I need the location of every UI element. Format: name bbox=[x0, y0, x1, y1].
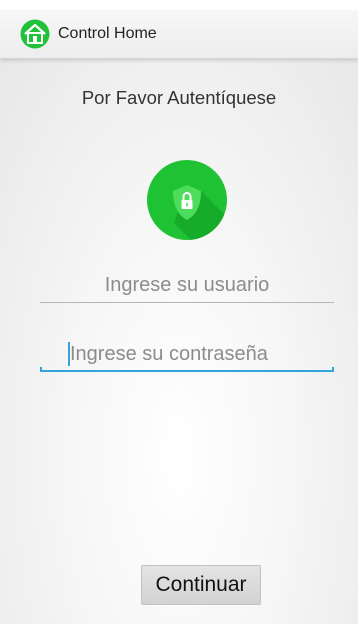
password-underline-tick-right bbox=[332, 367, 334, 372]
home-app-icon bbox=[20, 19, 50, 49]
login-form: Por Favor Autentíquese Continuar bbox=[0, 59, 358, 624]
username-underline bbox=[40, 302, 334, 303]
password-field[interactable] bbox=[40, 336, 334, 372]
lock-shield-icon bbox=[147, 160, 227, 240]
username-input[interactable] bbox=[40, 267, 334, 303]
page-title: Por Favor Autentíquese bbox=[81, 87, 277, 108]
action-bar: Control Home bbox=[0, 10, 358, 59]
continue-button[interactable]: Continuar bbox=[141, 565, 261, 605]
text-cursor bbox=[68, 342, 70, 366]
app-title: Control Home bbox=[58, 25, 157, 42]
login-screen: Control Home Por Favor Autentíquese Cont… bbox=[0, 0, 358, 624]
username-field[interactable] bbox=[40, 267, 334, 303]
password-underline bbox=[40, 370, 334, 372]
password-underline-tick-left bbox=[40, 367, 42, 372]
password-input[interactable] bbox=[40, 336, 334, 372]
